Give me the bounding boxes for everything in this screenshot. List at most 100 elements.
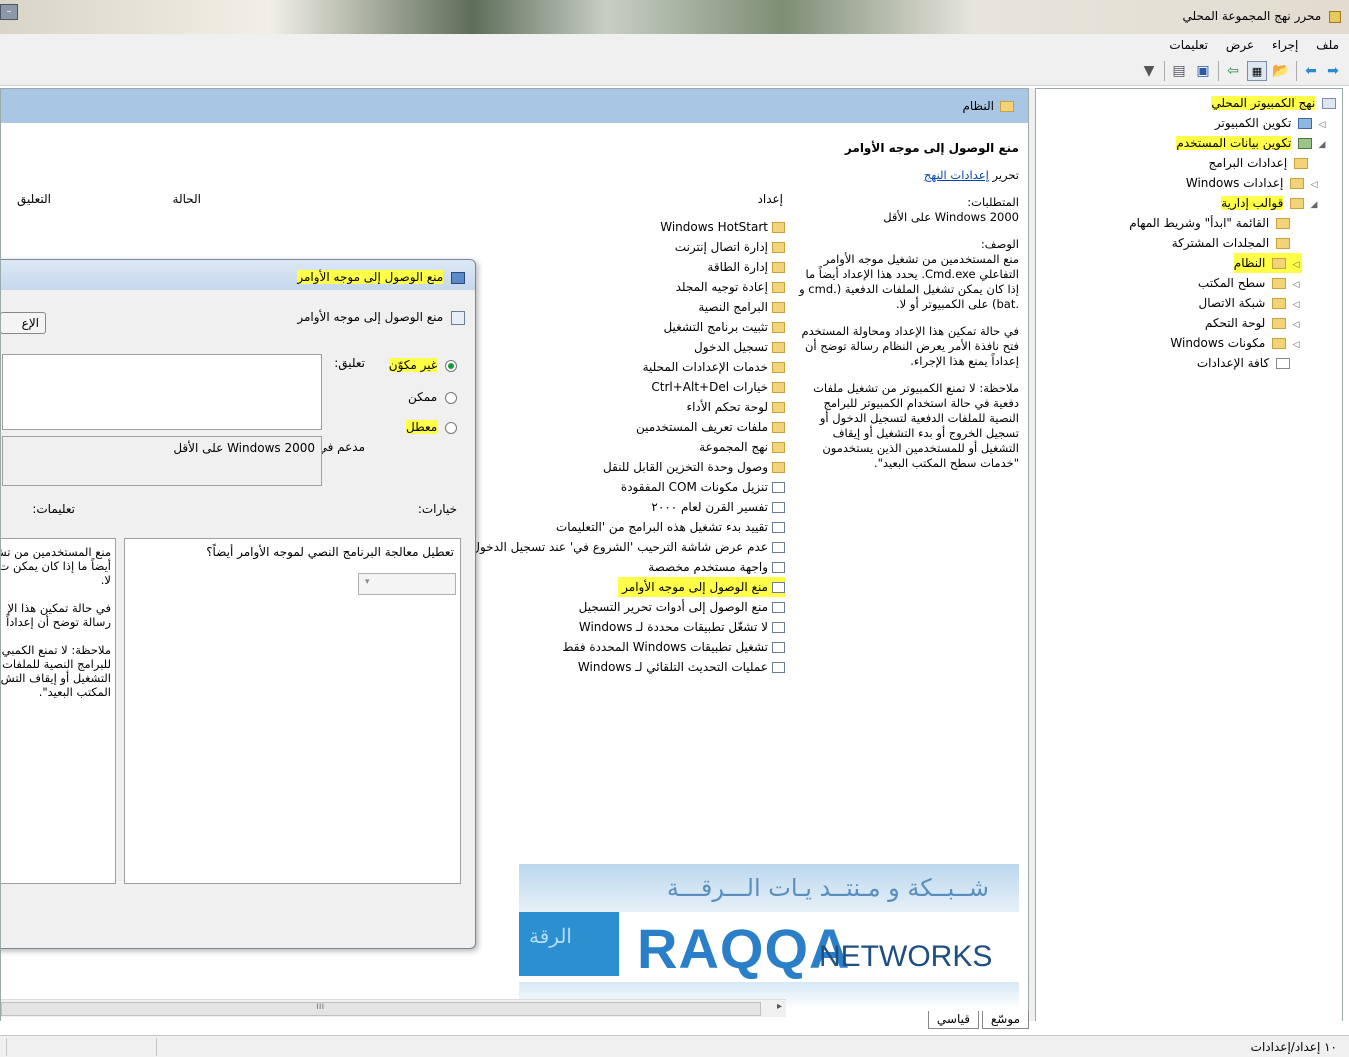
previous-setting-button[interactable]: الإع: [1, 312, 46, 334]
settings-row[interactable]: إدارة الطاقة: [707, 257, 785, 277]
settings-row[interactable]: خدمات الإعدادات المحلية: [643, 357, 785, 377]
radio-enabled[interactable]: ممكن: [408, 390, 457, 404]
setting-icon: [772, 502, 785, 513]
settings-row-label: إعادة توجيه المجلد: [675, 280, 768, 294]
edit-policy-link[interactable]: إعدادات النهج: [924, 168, 989, 182]
column-state[interactable]: الحالة: [173, 192, 201, 206]
expand-arrow-icon[interactable]: ◁: [1290, 275, 1302, 295]
settings-row-label: تقييد بدء تشغيل هذه البرامج من 'التعليما…: [555, 520, 768, 534]
minimize-button[interactable]: –: [0, 4, 18, 20]
comment-textarea[interactable]: [2, 354, 322, 430]
properties-icon[interactable]: ▤: [1169, 61, 1189, 81]
tree-node-software-settings[interactable]: إعدادات البرامج: [1209, 153, 1308, 173]
settings-row[interactable]: تثبيت برنامج التشغيل: [663, 317, 785, 337]
export-list-icon[interactable]: ⇦: [1223, 61, 1243, 81]
radio-circle[interactable]: [445, 391, 457, 404]
tree-node-user-config[interactable]: ◢ تكوين بيانات المستخدم: [1176, 133, 1328, 153]
folder-icon: [1290, 198, 1305, 209]
tree-node-start-menu[interactable]: القائمة "ابدأ" وشريط المهام: [1129, 213, 1290, 233]
help-icon[interactable]: ▣: [1193, 61, 1213, 81]
settings-row[interactable]: تقييد بدء تشغيل هذه البرامج من 'التعليما…: [556, 517, 785, 537]
tree-node-windows-components[interactable]: ◁ مكونات Windows: [1170, 333, 1302, 353]
column-setting[interactable]: إعداد: [758, 192, 783, 206]
folder-icon: [772, 282, 785, 293]
computer-icon: [1298, 118, 1313, 129]
settings-row[interactable]: إعادة توجيه المجلد: [676, 277, 785, 297]
settings-row[interactable]: عمليات التحديث التلقائي لـ Windows: [578, 657, 785, 677]
tree-node-desktop[interactable]: ◁ سطح المكتب: [1198, 273, 1302, 293]
expand-arrow-icon[interactable]: ◁: [1316, 115, 1328, 135]
settings-row[interactable]: منع الوصول إلى موجه الأوامر: [618, 577, 785, 597]
settings-row-label: عمليات التحديث التلقائي لـ Windows: [577, 660, 768, 674]
tab-standard[interactable]: قياسي: [927, 1011, 979, 1029]
settings-row[interactable]: البرامج النصية: [698, 297, 785, 317]
forward-icon[interactable]: ➡: [1323, 61, 1343, 81]
folder-icon: [1276, 218, 1290, 229]
radio-not-configured[interactable]: غير مكوّن: [388, 358, 457, 372]
tree-node-system[interactable]: ◁ النظام: [1233, 253, 1302, 275]
desc-title: منع الوصول إلى موجه الأوامر: [844, 141, 1019, 155]
settings-row[interactable]: Windows HotStart: [660, 217, 785, 237]
collapse-arrow-icon[interactable]: ◢: [1316, 135, 1328, 155]
settings-row[interactable]: خيارات Ctrl+Alt+Del: [651, 377, 785, 397]
radio-circle[interactable]: [445, 421, 457, 434]
expand-arrow-icon[interactable]: ◁: [1290, 255, 1302, 275]
tree-node-shared-folders[interactable]: المجلدات المشتركة: [1172, 233, 1290, 253]
logo-left-arabic: الرقة: [529, 924, 572, 948]
tab-extended[interactable]: موسّع: [981, 1011, 1029, 1029]
tree-node-all-settings[interactable]: كافة الإعدادات: [1197, 353, 1290, 373]
menu-view[interactable]: عرض: [1226, 34, 1254, 56]
horizontal-scrollbar[interactable]: ııı ▸: [1, 999, 786, 1017]
radio-disabled[interactable]: معطل: [406, 420, 457, 434]
dialog-app-icon: [451, 271, 465, 284]
up-folder-icon[interactable]: 📂: [1271, 61, 1291, 81]
settings-row[interactable]: وصول وحدة التخزين القابل للنقل: [603, 457, 785, 477]
setting-icon: [772, 482, 785, 493]
expand-arrow-icon[interactable]: ◁: [1290, 335, 1302, 355]
menu-file[interactable]: ملف: [1316, 34, 1339, 56]
settings-row[interactable]: ملفات تعريف المستخدمين: [636, 417, 785, 437]
pane-splitter[interactable]: [1029, 88, 1035, 1022]
expand-arrow-icon[interactable]: ◁: [1308, 175, 1320, 195]
req-label: المتطلبات:: [967, 195, 1019, 209]
scroll-right-icon[interactable]: ▸: [777, 1001, 782, 1012]
tree-node-network[interactable]: ◁ شبكة الاتصال: [1198, 293, 1302, 313]
radio-circle[interactable]: [445, 359, 457, 372]
settings-row[interactable]: إدارة اتصال إنترنت: [675, 237, 785, 257]
show-hide-tree-icon[interactable]: ▦: [1247, 61, 1267, 81]
expand-arrow-icon[interactable]: ◁: [1290, 295, 1302, 315]
settings-row[interactable]: واجهة مستخدم مخصصة: [648, 557, 785, 577]
tree-node-control-panel[interactable]: ◁ لوحة التحكم: [1205, 313, 1302, 333]
menu-help[interactable]: تعليمات: [1169, 34, 1208, 56]
settings-row[interactable]: عدم عرض شاشة الترحيب 'الشروع في' عند تسج…: [471, 537, 785, 557]
tree-node-windows-settings[interactable]: ◁ إعدادات Windows: [1186, 173, 1320, 193]
tree-node-local-policy[interactable]: نهج الكمبيوتر المحلي: [1211, 93, 1336, 113]
settings-row[interactable]: تفسير القرن لعام ٢٠٠٠: [651, 497, 785, 517]
collapse-arrow-icon[interactable]: ◢: [1308, 195, 1320, 215]
settings-row-label: تنزيل مكونات COM المفقودة: [620, 480, 768, 494]
settings-row[interactable]: لا تشغّل تطبيقات محددة لـ Windows: [579, 617, 785, 637]
description-pane: منع الوصول إلى موجه الأوامر تحرير إعدادا…: [793, 123, 1028, 483]
settings-row[interactable]: تشغيل تطبيقات Windows المحددة فقط: [562, 637, 785, 657]
option-dropdown[interactable]: ▾: [358, 573, 456, 595]
settings-row[interactable]: لوحة تحكم الأداء: [686, 397, 785, 417]
filter-icon[interactable]: ▼: [1139, 61, 1159, 81]
column-comment[interactable]: التعليق: [17, 192, 51, 206]
options-panel: تعطيل معالجة البرنامج النصي لموجه الأوام…: [124, 538, 461, 884]
menu-action[interactable]: إجراء: [1272, 34, 1298, 56]
tree-node-admin-templates[interactable]: ◢ قوالب إدارية: [1221, 193, 1320, 213]
settings-row-label: إدارة الطاقة: [707, 260, 768, 274]
scroll-thumb[interactable]: [1, 1002, 761, 1016]
settings-row[interactable]: منع الوصول إلى أدوات تحرير التسجيل: [579, 597, 785, 617]
settings-row[interactable]: تسجيل الدخول: [694, 337, 785, 357]
expand-arrow-icon[interactable]: ◁: [1290, 315, 1302, 335]
supported-box: Windows 2000 على الأقل: [2, 436, 322, 486]
back-icon[interactable]: ⬅: [1301, 61, 1321, 81]
folder-icon: [1276, 238, 1290, 249]
settings-row[interactable]: تنزيل مكونات COM المفقودة: [621, 477, 785, 497]
settings-row[interactable]: نهج المجموعة: [699, 437, 785, 457]
folder-icon: [772, 422, 785, 433]
dropdown-arrow-icon[interactable]: ▾: [365, 577, 370, 587]
help-label: تعليمات:: [32, 502, 75, 516]
tree-node-computer-config[interactable]: ◁ تكوين الكمبيوتر: [1215, 113, 1328, 133]
